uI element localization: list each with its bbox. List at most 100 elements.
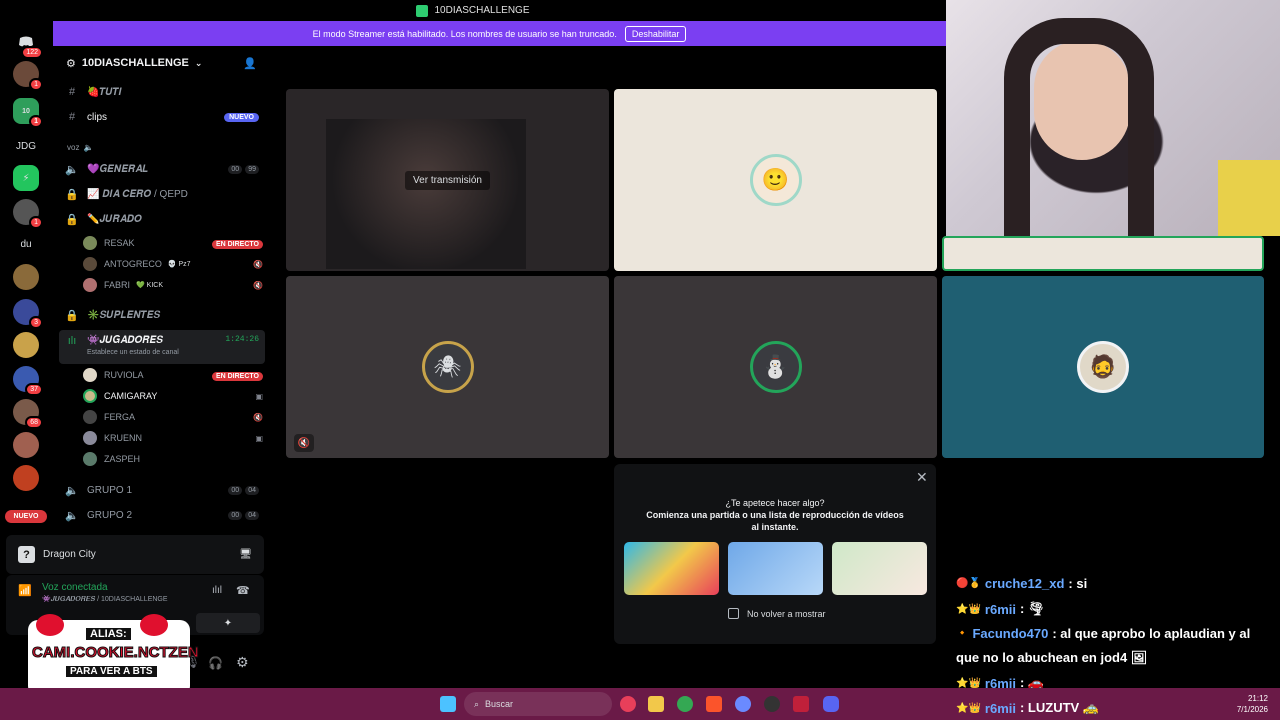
channel-label: ✏️𝑱𝑼𝑹𝑨𝑫𝑶 — [87, 213, 142, 225]
voice-user[interactable]: ANTOGRECO 💀 Pz7 🔇 — [83, 254, 263, 274]
channel-diacero[interactable]: 🔒 📈 𝑫𝑰𝑨 𝑪𝑬𝑹𝑶 / QEPD — [59, 183, 265, 205]
voice-user[interactable]: FERGA 🔇 — [83, 407, 263, 427]
server-icon[interactable] — [13, 332, 39, 358]
server-icon[interactable]: 37 — [13, 366, 43, 396]
checkbox[interactable] — [728, 608, 739, 619]
settings-gear-icon[interactable]: ⚙ — [236, 654, 249, 671]
voice-user[interactable]: KRUENN ▣ — [83, 428, 263, 448]
app-icon[interactable] — [793, 696, 809, 712]
channel-jurado[interactable]: 🔒 ✏️𝑱𝑼𝑹𝑨𝑫𝑶 — [59, 208, 265, 230]
channel-grupo2[interactable]: 🔈 GRUPO 2 00 04 — [59, 504, 265, 526]
add-member-icon[interactable]: 👤 — [243, 57, 257, 70]
channel-tuti[interactable]: # 🍓𝑻𝑼𝑻𝑰 — [59, 81, 265, 103]
app-icon[interactable] — [735, 696, 751, 712]
participant-tile-3[interactable] — [942, 236, 1264, 271]
close-icon[interactable]: ✕ — [916, 469, 928, 486]
user-name: FABRI — [104, 280, 131, 290]
taskbar-search[interactable]: ⌕ Buscar — [464, 692, 612, 716]
stream-preview — [326, 119, 526, 269]
mute-icon: 🔇 — [253, 412, 263, 422]
disable-streamer-button[interactable]: Deshabilitar — [624, 25, 687, 42]
window-titlebar: 10DIASCHALLENGE — [0, 0, 946, 21]
server-icon[interactable] — [13, 432, 39, 458]
discord-home-icon[interactable]: 122 — [13, 29, 43, 59]
activity-card-game[interactable] — [832, 542, 927, 595]
activity-card-banana[interactable] — [728, 542, 823, 595]
activity-suggestion-popup: ✕ ¿Te apetece hacer algo? Comienza una p… — [614, 464, 936, 644]
user-name: CAMIGARAY — [104, 391, 158, 401]
discord-taskbar-icon[interactable] — [823, 696, 839, 712]
text-channel-icon: # — [68, 86, 76, 98]
server-icon-green[interactable]: ⚡ — [13, 165, 39, 191]
voice-user[interactable]: RUVIOLA EN DIRECTO — [83, 365, 263, 385]
server-icon[interactable] — [13, 465, 39, 491]
server-name: 10DIASCHALLENGE — [81, 57, 189, 69]
channel-jugadores[interactable]: ılı 👾𝑱𝑼𝑮𝑨𝑫𝑶𝑹𝑬𝑺 Establece un estado de ca… — [59, 330, 265, 364]
server-icon[interactable] — [13, 264, 39, 290]
screen-share-icon[interactable]: 🖥 — [239, 549, 252, 560]
user-limit: 04 — [245, 510, 259, 520]
chrome-icon[interactable] — [677, 696, 693, 712]
search-icon: ⌕ — [474, 698, 480, 709]
file-explorer-icon[interactable] — [648, 696, 664, 712]
chevron-down-icon: ⌄ — [194, 57, 203, 68]
new-servers-pill[interactable]: NUEVO — [5, 510, 47, 523]
server-icon-du[interactable]: du — [13, 231, 39, 257]
server-header[interactable]: ⚙ 10DIASCHALLENGE ⌄ 👤 — [53, 46, 271, 80]
voice-user[interactable]: CAMIGARAY ▣ — [83, 386, 263, 406]
avatar — [83, 257, 97, 271]
participant-tile-2[interactable]: 🙂 — [614, 89, 937, 271]
obs-icon[interactable] — [764, 696, 780, 712]
participant-tile-5[interactable]: ⛄ — [614, 276, 937, 458]
channel-suplentes[interactable]: 🔒 ✳️𝑺𝑼𝑷𝑳𝑬𝑵𝑻𝑬𝑺 — [59, 304, 265, 326]
channel-status[interactable]: Establece un estado de canal — [87, 349, 179, 356]
channel-clips[interactable]: # clips NUEVO — [59, 106, 265, 128]
speaker-icon: 🔈 — [65, 484, 79, 497]
mute-icon: 🔇 — [294, 434, 314, 452]
voice-user[interactable]: RESAK EN DIRECTO — [83, 233, 263, 253]
clock-date: 7/1/2026 — [1236, 705, 1268, 714]
dont-show-again[interactable]: No volver a mostrar — [728, 608, 826, 619]
live-badge: EN DIRECTO — [211, 371, 263, 381]
soundboard-button[interactable]: ✦ — [196, 613, 260, 633]
chat-username: cruche12_xd — [984, 576, 1065, 591]
system-clock[interactable]: 21:12 7/1/2026 — [1226, 693, 1268, 715]
channel-grupo1[interactable]: 🔈 GRUPO 1 00 04 — [59, 479, 265, 501]
server-icon[interactable]: 1 — [13, 199, 43, 229]
channel-label: 💜𝑮𝑬𝑵𝑬𝑹𝑨𝑳 — [87, 163, 149, 175]
mute-icon: 🔇 — [253, 280, 263, 290]
disconnect-icon[interactable]: ☎ — [236, 584, 250, 597]
brave-icon[interactable] — [706, 696, 722, 712]
voice-user[interactable]: ZASPEH — [83, 449, 263, 469]
participant-tile-6[interactable]: 🧔 — [942, 276, 1264, 458]
category-voz[interactable]: voz 🔈 — [59, 139, 265, 155]
server-icon-jdg[interactable]: JDG — [13, 133, 39, 159]
user-count: 00 — [228, 164, 243, 174]
opera-icon[interactable] — [620, 696, 636, 712]
voice-status: Voz conectada — [42, 582, 108, 593]
server-icon[interactable]: 1 — [13, 61, 43, 91]
checkbox-label: No volver a mostrar — [747, 608, 826, 619]
stream-chat: 🔴🥇 cruche12_xd: si ⭐👑 r6mii: 🌪 🔸 Facundo470… — [946, 570, 1280, 691]
stream-tile-1[interactable]: Ver transmisión — [286, 89, 609, 271]
watch-stream-button[interactable]: Ver transmisión — [405, 170, 490, 190]
user-status: 💀 Pz7 — [167, 261, 191, 268]
live-badge: EN DIRECTO — [211, 239, 263, 249]
channel-general[interactable]: 🔈 💜𝑮𝑬𝑵𝑬𝑹𝑨𝑳 00 99 — [59, 158, 265, 180]
avatar: 🕷 — [421, 341, 474, 393]
windows-start-icon[interactable] — [440, 696, 456, 712]
voice-channel[interactable]: 👾𝑱𝑼𝑮𝑨𝑫𝑶𝑹𝑬𝑺 / 10DIASCHALLENGE — [42, 595, 168, 604]
participant-tile-4[interactable]: 🕷 🔇 — [286, 276, 609, 458]
activity-panel[interactable]: ? Dragon City 🖥 — [6, 535, 264, 574]
headphones-icon[interactable]: 🎧 — [208, 656, 223, 670]
server-icon[interactable]: 3 — [13, 299, 43, 329]
activity-card-watch-together[interactable] — [624, 542, 719, 595]
user-limit: 04 — [245, 485, 259, 495]
server-icon[interactable]: 68 — [13, 399, 43, 429]
voice-user[interactable]: FABRI 💚 KICK 🔇 — [83, 275, 263, 295]
server-label: du — [20, 238, 32, 250]
server-badge: 1 — [29, 216, 43, 229]
chat-username: r6mii — [984, 700, 1016, 716]
server-icon-10dias[interactable]: 10 1 — [13, 98, 43, 128]
noise-suppression-icon[interactable]: ılıl — [212, 585, 222, 596]
